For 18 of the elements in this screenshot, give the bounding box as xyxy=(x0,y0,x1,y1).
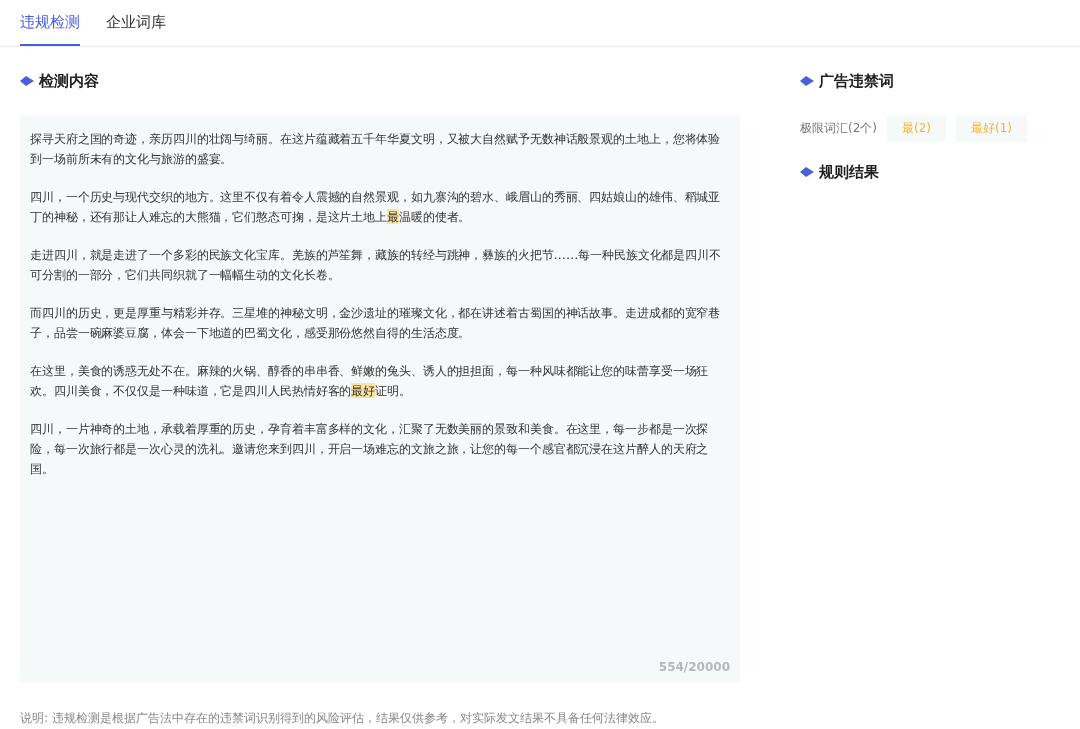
paragraph: 而四川的历史，更是厚重与精彩并存。三星堆的神秘文明，金沙遗址的璀璨文化，都在讲述着古蜀国的神话故事。走进成都的宽窄巷子，品尝一碗麻婆豆腐，体会一下地道的巴蜀文化，感受那份悠然自得的生活态度。 xyxy=(30,304,722,342)
paragraph: 四川，一个历史与现代交织的地方。这里不仅有着令人震撼的自然景观，如九寨沟的碧水、峨眉山的秀丽、四姑娘山的雄伟、稻城亚丁的神秘，还有那让人难忘的大熊猫，它们憨态可掬，是这片土地上最温暖的使者。 xyxy=(30,188,722,226)
paragraph: 走进四川，就是走进了一个多彩的民族文化宝库。羌族的芦笙舞，藏族的转经与跳神，彝族的火把节……每一种民族文化都是四川不可分割的一部分，它们共同织就了一幅幅生动的文化长卷。 xyxy=(30,246,722,284)
disclaimer-note: 说明: 违规检测是根据广告法中存在的违禁词识别得到的风险评估，结果仅供参考，对实际发文结果不具备任何法律效应。 xyxy=(20,710,665,727)
diamond-icon xyxy=(20,76,34,86)
section-title: 规则结果 xyxy=(819,162,879,182)
paragraph: 在这里，美食的诱惑无处不在。麻辣的火锅、醇香的串串香、鲜嫩的兔头、诱人的担担面，每一种风味都能让您的味蕾享受一场狂欢。四川美食，不仅仅是一种味道，它是四川人民热情好客的最好证明。 xyxy=(30,362,710,400)
category-label: 极限词汇(2个) xyxy=(800,120,877,137)
text-area[interactable] xyxy=(20,115,740,682)
paragraph: 探寻天府之国的奇迹，亲历四川的壮阔与绮丽。在这片蕴藏着五千年华夏文明，又被大自然赋予无数神话般景观的土地上，您将体验到一场前所未有的文化与旅游的盛宴。 xyxy=(30,130,722,168)
tab[interactable]: 企业词库 xyxy=(106,0,166,46)
paragraph: 四川，一片神奇的土地，承载着厚重的历史，孕育着丰富多样的文化，汇聚了无数美丽的景致和美食。在这里，每一步都是一次探险，每一次旅行都是一次心灵的洗礼。邀请您来到四川，开启一场难忘的文旅之旅，让您的每一个感官都沉浸在这片醉人的天府之国。 xyxy=(30,420,710,478)
tab[interactable]: 违规检测 xyxy=(20,0,80,46)
diamond-icon xyxy=(800,167,814,177)
section-title: 广告违禁词 xyxy=(819,71,894,91)
section-title: 检测内容 xyxy=(39,71,99,91)
character-counter: 554/20000 xyxy=(658,660,730,674)
diamond-icon xyxy=(800,76,814,86)
